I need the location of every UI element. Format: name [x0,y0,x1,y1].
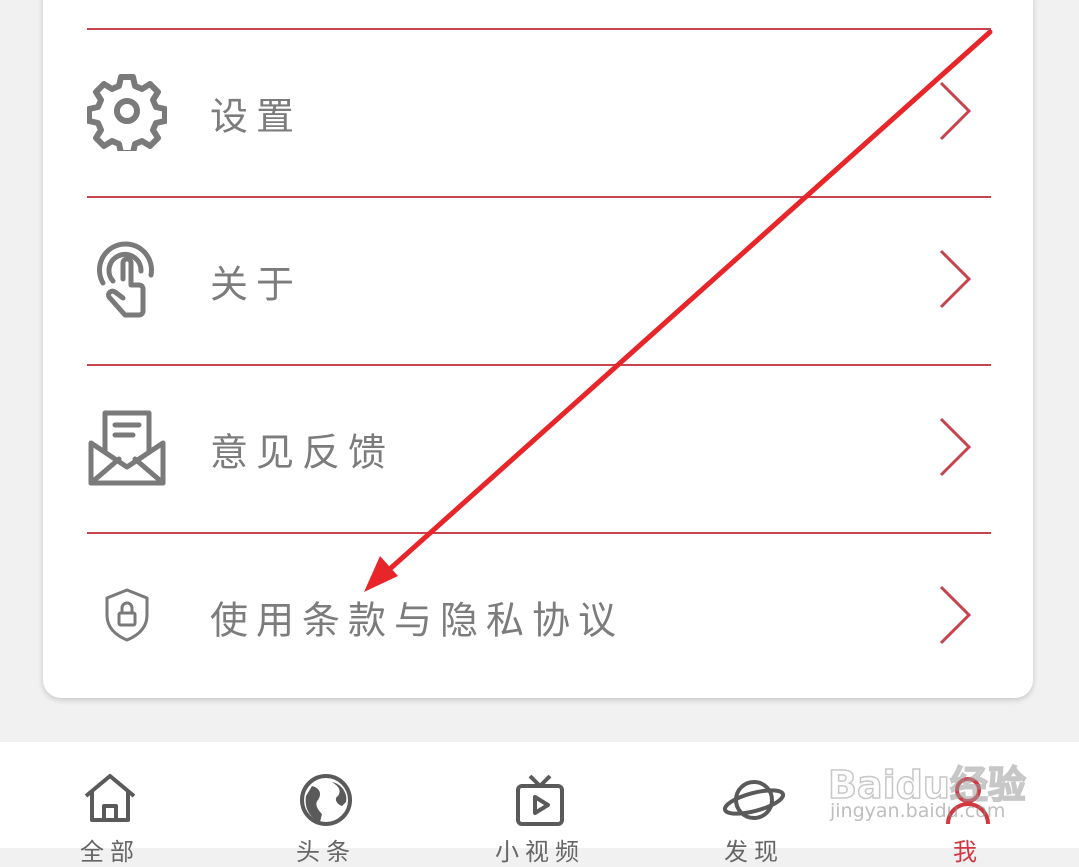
globe-icon [298,772,354,832]
profile-icon [940,772,996,832]
tab-label: 小视频 [495,838,585,866]
menu-item-settings[interactable]: 设置 [86,30,991,196]
tv-icon [512,772,568,832]
tab-label: 头条 [296,838,356,866]
menu-item-label: 关于 [210,262,303,307]
menu-item-about[interactable]: 关于 [87,198,991,364]
menu-item-feedback[interactable]: 意见反馈 [87,366,991,532]
tab-label: 全部 [80,838,140,866]
bottom-tab-bar: 全部 头条 小视频 发现 我 [0,742,1079,866]
menu-item-label: 设置 [210,94,303,139]
planet-icon [722,772,786,832]
mail-feedback-icon [87,407,167,491]
home-icon [82,772,138,828]
touch-hand-icon [87,239,167,323]
gear-icon [86,71,168,156]
menu-item-label: 使用条款与隐私协议 [210,598,625,643]
menu-item-terms-privacy[interactable]: 使用条款与隐私协议 [87,534,991,700]
tab-me[interactable]: 我 [860,742,1076,866]
chevron-right-icon [935,583,975,651]
tab-headlines[interactable]: 头条 [218,742,434,866]
shield-lock-icon [103,587,151,647]
menu-item-label: 意见反馈 [210,430,395,475]
chevron-right-icon [935,415,975,483]
tab-short-video[interactable]: 小视频 [432,742,648,866]
chevron-right-icon [935,79,975,147]
tab-label: 我 [953,838,983,866]
tab-label: 发现 [724,838,784,866]
chevron-right-icon [935,247,975,315]
tab-discover[interactable]: 发现 [646,742,862,866]
tab-all[interactable]: 全部 [2,742,218,866]
